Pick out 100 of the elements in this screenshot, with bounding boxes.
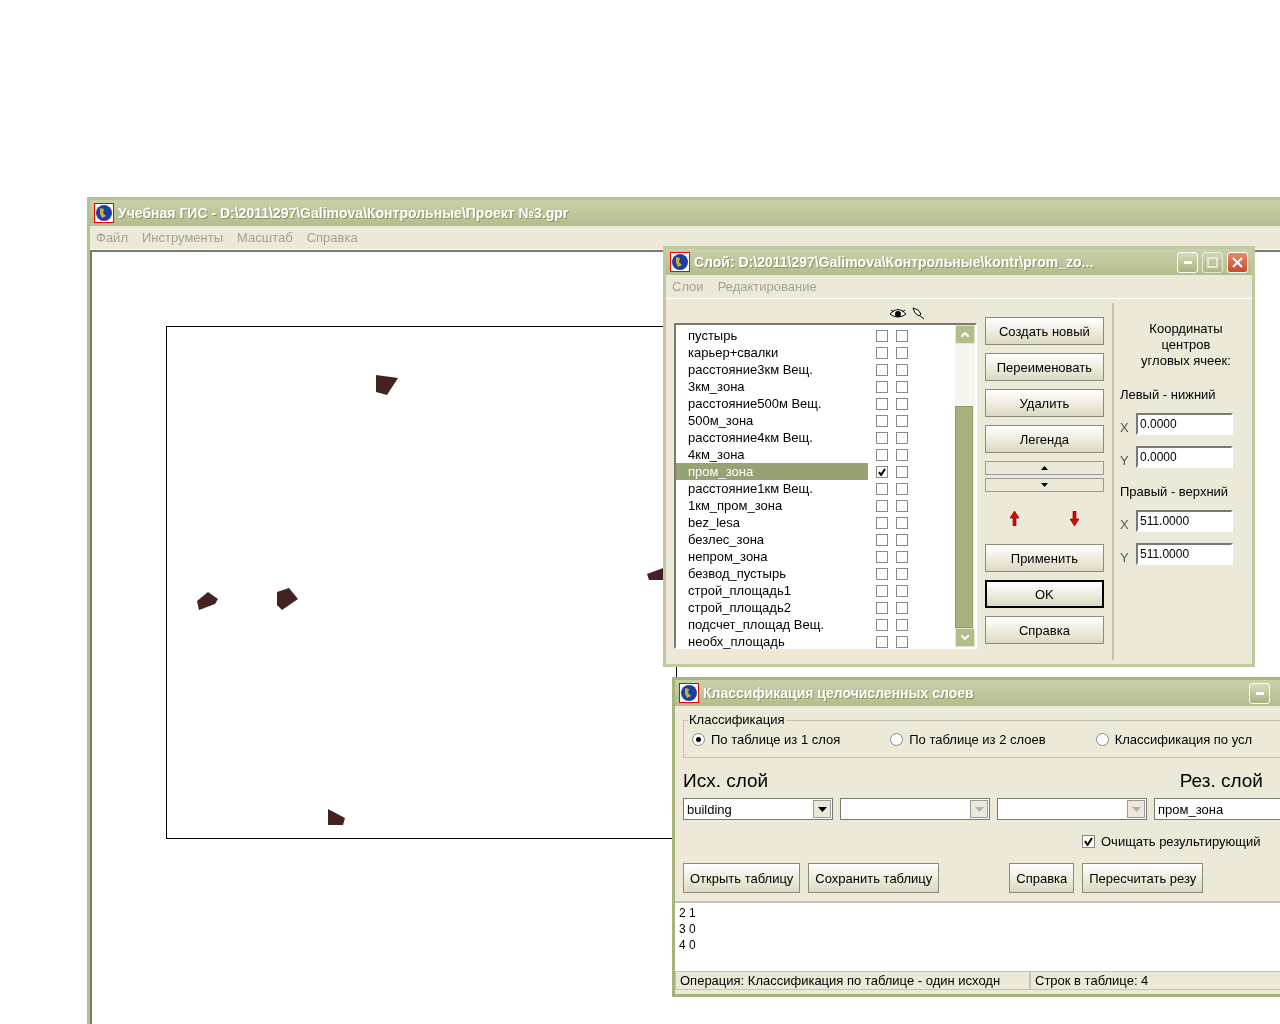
visibility-checkbox[interactable] [876, 346, 888, 359]
pin-checkbox[interactable] [896, 550, 908, 563]
dialog-button[interactable]: Создать новый [984, 317, 1104, 345]
visibility-checkbox[interactable] [876, 516, 888, 529]
pin-checkbox[interactable] [896, 567, 908, 580]
visibility-checkbox[interactable] [876, 329, 888, 342]
scroll-up-icon[interactable] [960, 332, 969, 337]
layer-item[interactable]: непром_зона [676, 548, 868, 565]
layer-item[interactable]: расстояние3км Вещ. [676, 361, 868, 378]
window-title: Учебная ГИС - D:\2011\297\Galimova\Контрольные\Проект №3.gpr [118, 205, 570, 221]
scroll-down-icon[interactable] [960, 635, 969, 640]
minimize-button[interactable] [1177, 251, 1198, 273]
dialog-button[interactable]: Справка [984, 616, 1104, 644]
visibility-checkbox[interactable] [876, 363, 888, 376]
dropdown-caret-icon[interactable] [817, 806, 827, 812]
axis-label: X [1119, 419, 1128, 435]
dialog-button[interactable]: Сохранить таблицу [808, 863, 940, 893]
pin-checkbox[interactable] [896, 380, 908, 393]
visibility-checkbox[interactable] [876, 448, 888, 461]
pin-checkbox[interactable] [896, 346, 908, 359]
pin-checkbox[interactable] [896, 448, 908, 461]
radio-option[interactable]: Классификация по усл [1095, 731, 1253, 747]
pin-checkbox[interactable] [896, 584, 908, 597]
visibility-checkbox[interactable] [876, 635, 888, 648]
visibility-checkbox[interactable] [876, 380, 888, 393]
layer-item[interactable]: безвод_пустырь [676, 565, 868, 582]
dialog-button[interactable]: Пересчитать резу [1082, 863, 1204, 893]
pin-checkbox[interactable] [896, 431, 908, 444]
layer-item[interactable]: 3км_зона [676, 378, 868, 395]
dialog-button[interactable]: Легенда [984, 425, 1104, 453]
visibility-checkbox[interactable] [876, 618, 888, 631]
layer-dropdown[interactable]: building [683, 798, 833, 820]
result-layer-field[interactable]: пром_зона [1154, 798, 1280, 820]
layer-item[interactable]: расстояние1км Вещ. [676, 480, 868, 497]
visibility-checkbox[interactable] [876, 550, 888, 563]
pin-checkbox[interactable] [896, 516, 908, 529]
layer-item[interactable]: необх_площадь [676, 633, 868, 650]
radio-option[interactable]: По таблице из 2 слоев [890, 731, 1046, 747]
source-layer-label: Исх. слой [683, 770, 769, 792]
coordinate-field[interactable]: 0.0000 [1135, 445, 1233, 468]
pin-checkbox[interactable] [896, 482, 908, 495]
pin-checkbox[interactable] [896, 363, 908, 376]
clear-checkbox[interactable] [1082, 835, 1095, 848]
radio-icon[interactable] [1095, 732, 1109, 746]
minimize-icon[interactable] [1255, 691, 1264, 695]
dialog-button[interactable]: Переименовать [984, 353, 1104, 381]
minimize-button[interactable] [1249, 682, 1270, 704]
pin-checkbox[interactable] [896, 499, 908, 512]
minimize-icon[interactable] [1183, 260, 1192, 264]
layer-item[interactable]: расстояние4км Вещ. [676, 429, 868, 446]
layer-item[interactable]: расстояние500м Вещ. [676, 395, 868, 412]
radio-option[interactable]: По таблице из 1 слоя [692, 731, 841, 747]
coordinate-field[interactable]: 511.0000 [1135, 509, 1233, 532]
coordinate-field[interactable]: 511.0000 [1135, 542, 1233, 565]
pin-checkbox[interactable] [896, 397, 908, 410]
layer-item[interactable]: 1км_пром_зона [676, 497, 868, 514]
down-arrow-icon[interactable] [1069, 510, 1079, 526]
layer-item[interactable]: подсчет_площад Вещ. [676, 616, 868, 633]
layer-item[interactable]: карьер+свалки [676, 344, 868, 361]
pin-checkbox[interactable] [896, 618, 908, 631]
visibility-checkbox[interactable] [876, 601, 888, 614]
layer-item[interactable]: пустырь [676, 327, 868, 344]
layer-item[interactable]: безлес_зона [676, 531, 868, 548]
dialog-button[interactable]: Открыть таблицу [683, 863, 801, 893]
table-text-area[interactable]: 2 1 3 0 4 0 [675, 901, 1280, 971]
pin-checkbox[interactable] [896, 329, 908, 342]
map-polygon [328, 809, 345, 825]
checkbox-label: Очищать результирующий [1101, 834, 1261, 849]
visibility-checkbox[interactable] [876, 584, 888, 597]
layer-item[interactable]: bez_lesa [676, 514, 868, 531]
layer-item[interactable]: строй_площадь2 [676, 599, 868, 616]
visibility-checkbox[interactable] [876, 482, 888, 495]
visibility-checkbox[interactable] [876, 397, 888, 410]
radio-icon[interactable] [692, 732, 705, 746]
radio-icon[interactable] [890, 732, 904, 746]
visibility-checkbox[interactable] [876, 499, 888, 512]
dialog-button[interactable]: OK [984, 580, 1104, 608]
layer-item[interactable]: 500м_зона [676, 412, 868, 429]
visibility-checkbox[interactable] [876, 414, 888, 427]
pin-checkbox[interactable] [896, 635, 908, 648]
pin-checkbox[interactable] [896, 414, 908, 427]
close-icon[interactable] [1232, 256, 1243, 268]
layer-item[interactable]: 4км_зона [676, 446, 868, 463]
pin-checkbox[interactable] [896, 465, 908, 478]
caret-down-icon[interactable] [1040, 483, 1048, 487]
visibility-checkbox[interactable] [876, 431, 888, 444]
layer-item[interactable]: строй_площадь1 [676, 582, 868, 599]
dialog-button[interactable]: Справка [1009, 863, 1075, 893]
visibility-checkbox[interactable] [876, 465, 888, 478]
visibility-checkbox[interactable] [876, 567, 888, 580]
up-arrow-icon[interactable] [1010, 510, 1020, 526]
caret-up-icon[interactable] [1040, 466, 1048, 470]
visibility-checkbox[interactable] [876, 533, 888, 546]
pin-checkbox[interactable] [896, 533, 908, 546]
scrollbar[interactable] [954, 325, 975, 647]
dialog-button[interactable]: Удалить [984, 389, 1104, 417]
pin-checkbox[interactable] [896, 601, 908, 614]
close-button[interactable] [1227, 251, 1248, 273]
coordinate-field[interactable]: 0.0000 [1135, 412, 1233, 435]
dialog-button[interactable]: Применить [984, 544, 1104, 572]
